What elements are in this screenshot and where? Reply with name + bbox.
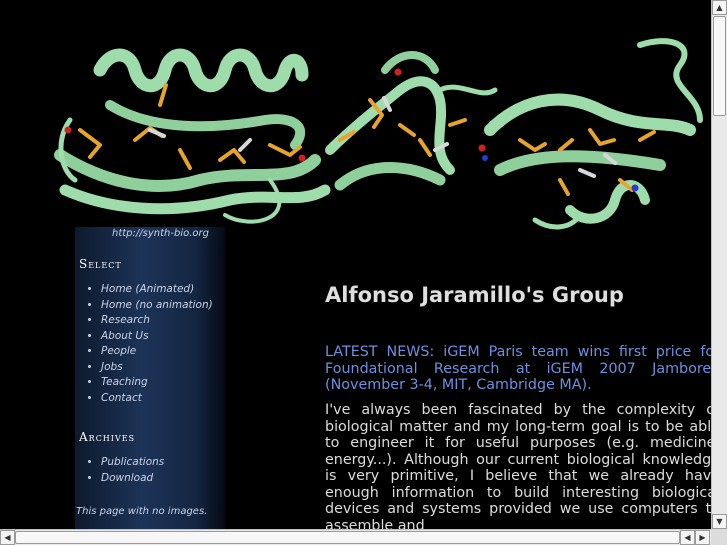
menu-link-jobs[interactable]: Jobs	[101, 361, 123, 373]
menu-link-teaching[interactable]: Teaching	[101, 376, 148, 388]
select-menu: Home (Animated) Home (no animation) Rese…	[75, 282, 213, 406]
intro-paragraph: I've always been fascinated by the compl…	[325, 402, 711, 529]
latest-news-link[interactable]: LATEST NEWS: iGEM Paris team wins first …	[325, 344, 711, 394]
horizontal-scrollbar[interactable]: ◀ ◀ ▶	[0, 529, 711, 545]
arrow-left-icon[interactable]: ◀	[680, 530, 695, 545]
select-heading: Select	[79, 257, 122, 271]
sidebar: http://synth-bio.org Select Home (Animat…	[75, 227, 225, 529]
vertical-scrollbar[interactable]: ▲ ▼	[711, 0, 727, 529]
menu-item-contact: Contact	[101, 391, 213, 407]
menu-item-publications: Publications	[101, 455, 164, 471]
page-title: Alfonso Jaramillo's Group	[325, 283, 624, 307]
menu-link-home-animated[interactable]: Home (Animated)	[101, 283, 194, 295]
menu-item-teaching: Teaching	[101, 375, 213, 391]
protein-structure-banner	[54, 38, 703, 230]
menu-link-people[interactable]: People	[101, 345, 136, 357]
menu-link-publications[interactable]: Publications	[101, 456, 164, 468]
arrow-right-icon[interactable]: ▶	[695, 530, 710, 545]
menu-link-download[interactable]: Download	[101, 472, 153, 484]
arrow-left-icon[interactable]: ◀	[0, 530, 15, 545]
horizontal-scroll-thumb[interactable]	[15, 531, 680, 544]
menu-item-people: People	[101, 344, 213, 360]
archives-menu: Publications Download	[75, 455, 164, 486]
menu-item-about-us: About Us	[101, 329, 213, 345]
menu-item-home-no-animation: Home (no animation)	[101, 298, 213, 314]
menu-link-home-no-animation[interactable]: Home (no animation)	[101, 299, 213, 311]
arrow-down-icon[interactable]: ▼	[712, 514, 727, 529]
menu-item-home-animated: Home (Animated)	[101, 282, 213, 298]
no-images-link[interactable]: This page with no images.	[76, 506, 207, 517]
arrow-up-icon[interactable]: ▲	[712, 0, 727, 15]
menu-link-research[interactable]: Research	[101, 314, 150, 326]
menu-item-research: Research	[101, 313, 213, 329]
menu-link-contact[interactable]: Contact	[101, 392, 142, 404]
page-viewport: http://synth-bio.org Select Home (Animat…	[0, 0, 711, 529]
archives-heading: Archives	[79, 430, 136, 444]
menu-item-download: Download	[101, 471, 164, 487]
vertical-scroll-thumb[interactable]	[713, 16, 726, 116]
menu-item-jobs: Jobs	[101, 360, 213, 376]
site-url-link[interactable]: http://synth-bio.org	[112, 228, 209, 239]
scrollbar-corner	[711, 529, 727, 545]
menu-link-about-us[interactable]: About Us	[101, 330, 149, 342]
